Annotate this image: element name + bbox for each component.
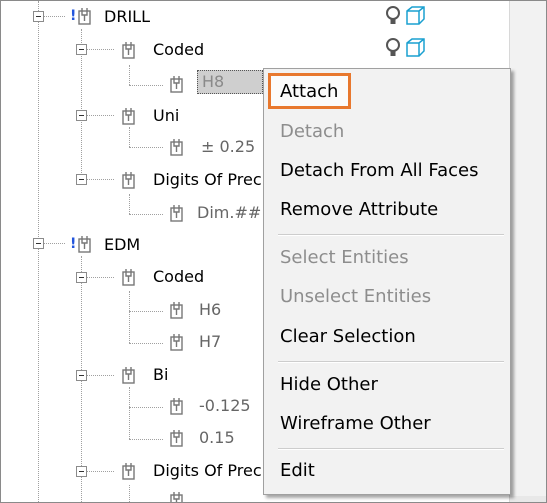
tree-node-drill[interactable]: DRILL [104,7,150,27]
collapse-icon[interactable] [76,370,87,381]
collapse-icon[interactable] [76,110,87,121]
value-icon [167,299,187,321]
visibility-icons[interactable] [384,36,425,60]
context-menu: Attach Detach Detach From All Faces Remo… [263,68,511,495]
tree-value[interactable]: ± 0.25 [201,137,255,157]
menu-item-edit[interactable]: Edit [280,460,315,482]
tree-value[interactable]: H6 [199,300,221,320]
visibility-icons[interactable] [384,4,425,28]
scrollbar-thumb[interactable] [510,1,546,496]
menu-item-attach[interactable]: Attach [280,81,338,103]
collapse-icon[interactable] [76,174,87,185]
menu-item-select-entities[interactable]: Select Entities [280,247,409,269]
attribute-icon [75,233,95,255]
value-icon [167,331,187,353]
menu-item-detach-from-all-faces[interactable]: Detach From All Faces [280,160,478,182]
value-icon [167,202,187,224]
collapse-icon[interactable] [76,44,87,55]
attribute-icon [75,5,95,27]
attribute-icon [119,364,139,386]
tree-node-coded[interactable]: Coded [153,267,204,287]
menu-item-remove-attribute[interactable]: Remove Attribute [280,199,438,221]
collapse-icon[interactable] [33,238,44,249]
tree-node-digits-of-precision[interactable]: Digits Of Prec [153,461,262,481]
menu-item-detach[interactable]: Detach [280,121,344,143]
collapse-icon[interactable] [76,466,87,477]
attribute-icon [119,266,139,288]
tree-value[interactable]: Dim.## [197,203,261,223]
vertical-scrollbar[interactable] [509,1,546,502]
collapse-icon[interactable] [76,272,87,283]
menu-item-wireframe-other[interactable]: Wireframe Other [280,413,431,435]
value-icon [167,136,187,158]
menu-item-hide-other[interactable]: Hide Other [280,374,378,396]
tree-node-uni[interactable]: Uni [153,106,179,126]
attribute-icon [119,460,139,482]
attribute-icon [119,169,139,191]
menu-separator [278,361,504,363]
menu-separator [278,234,504,236]
tree-value[interactable]: -0.125 [199,396,251,416]
value-icon [167,489,187,502]
tree-node-edm[interactable]: EDM [104,235,140,255]
menu-item-unselect-entities[interactable]: Unselect Entities [280,286,431,308]
tree-node-coded[interactable]: Coded [153,40,204,60]
value-icon [167,395,187,417]
collapse-icon[interactable] [33,11,44,22]
tree-node-digits-of-precision[interactable]: Digits Of Prec [153,170,262,190]
attribute-icon [119,39,139,61]
tree-node-bi[interactable]: Bi [153,365,168,385]
menu-separator [278,448,504,450]
tree-value[interactable]: 0.15 [199,428,235,448]
menu-item-clear-selection[interactable]: Clear Selection [280,326,416,348]
selected-tree-value[interactable]: H8 [197,70,263,94]
attribute-tree-panel: ! DRILL Coded H8 Uni ± 0.25 Digits Of Pr… [0,0,547,503]
value-icon [167,427,187,449]
attribute-icon [119,105,139,127]
tree-value[interactable]: H7 [199,332,221,352]
value-icon [167,73,187,95]
